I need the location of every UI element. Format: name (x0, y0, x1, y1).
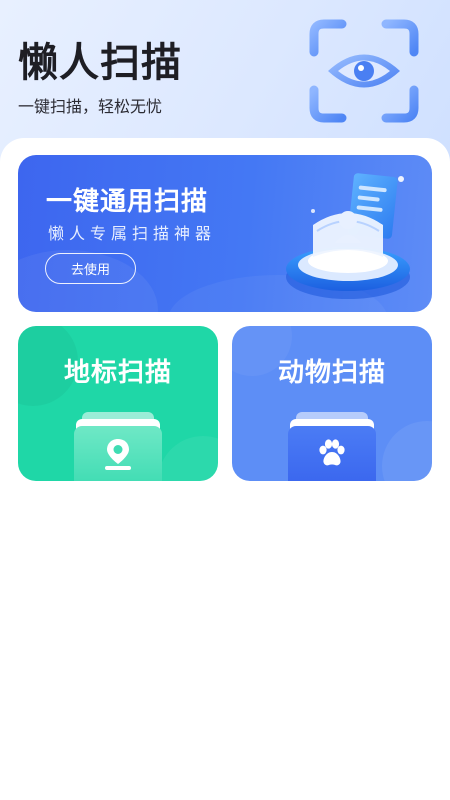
card-decoration (382, 421, 432, 481)
general-scan-subtitle: 懒人专属扫描神器 (48, 224, 217, 243)
landmark-scan-title: 地标扫描 (63, 358, 172, 388)
card-decoration (158, 436, 218, 481)
general-scan-card[interactable]: 一键通用扫描 懒人专属扫描神器 去使用 (18, 155, 432, 312)
general-scan-title: 一键通用扫描 (46, 187, 209, 217)
app-subtitle: 一键扫描，轻松无忧 (18, 97, 163, 116)
animal-scan-title: 动物扫描 (277, 358, 386, 388)
location-pin-icon (105, 439, 131, 470)
paw-icon (319, 439, 345, 466)
scanner-illustration-icon (286, 173, 410, 299)
animal-scan-card[interactable]: 动物扫描 (232, 326, 432, 481)
use-button[interactable]: 去使用 (45, 253, 136, 284)
eye-scan-icon (309, 19, 419, 123)
landmark-scan-card[interactable]: 地标扫描 (18, 326, 218, 481)
app-title: 懒人扫描 (18, 40, 182, 86)
